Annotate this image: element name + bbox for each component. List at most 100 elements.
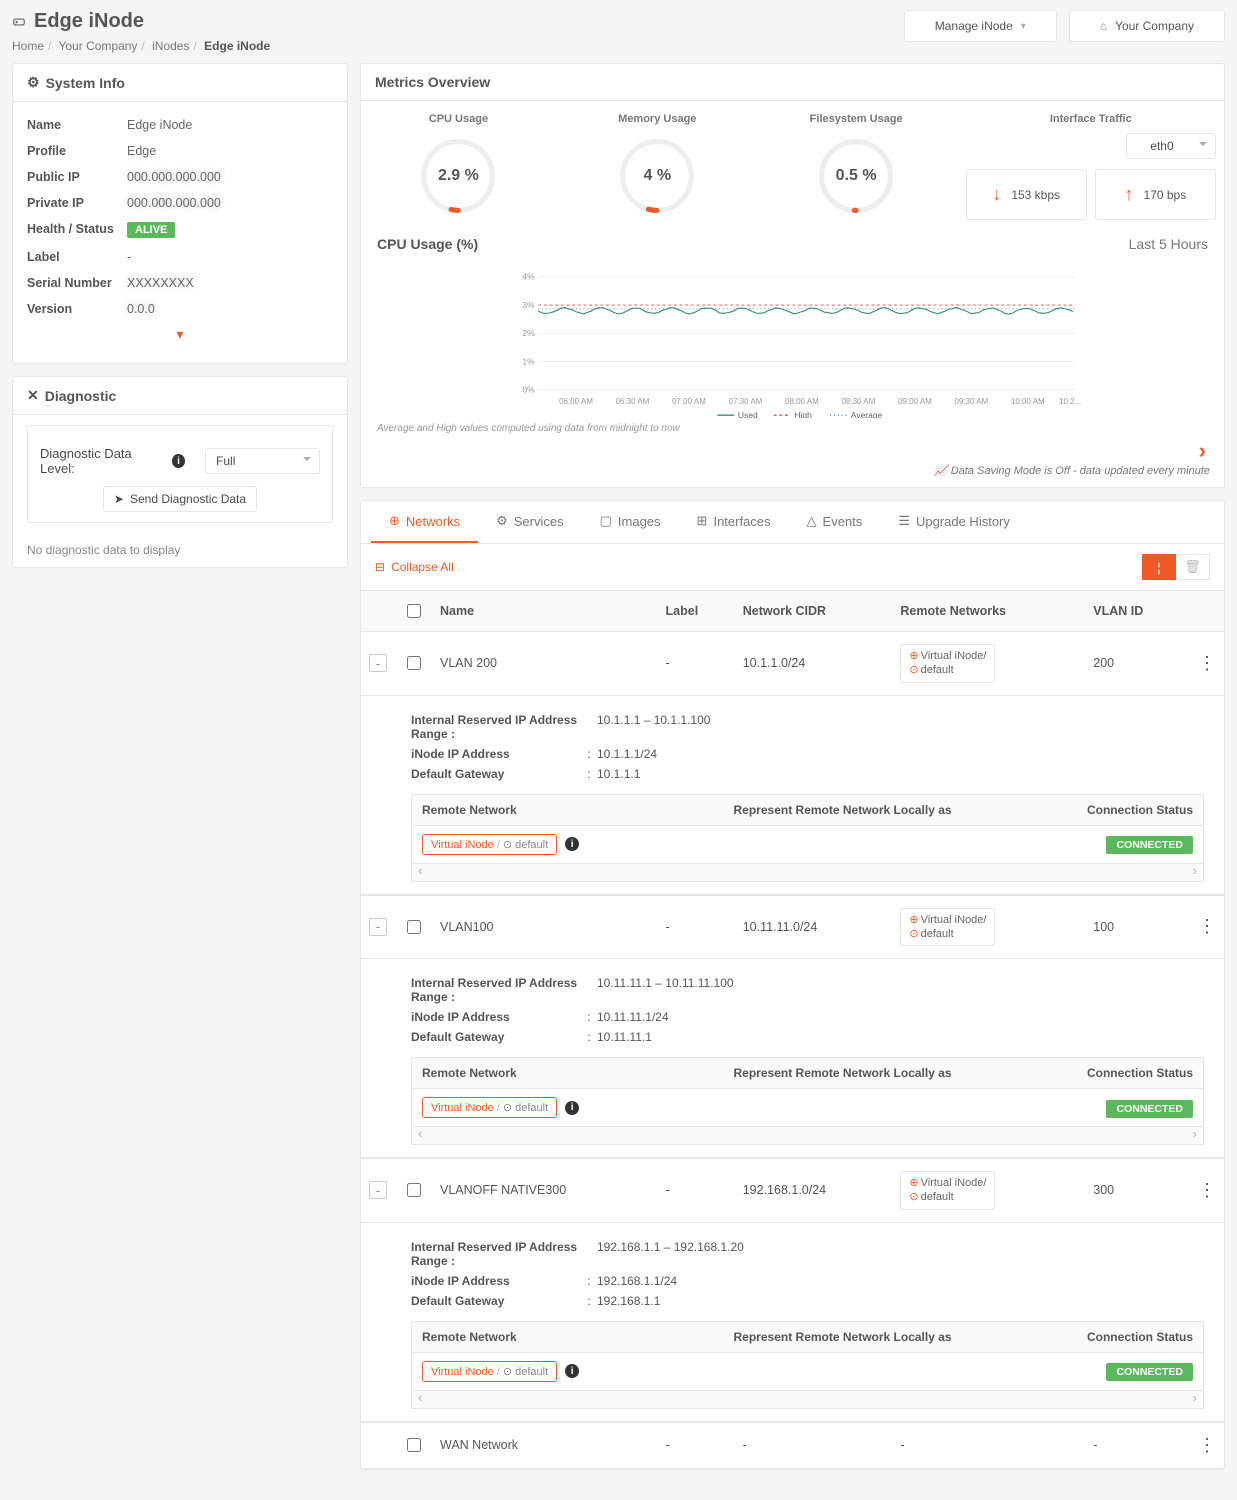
remote-tag: ⊕Virtual iNode/⊙default: [900, 1171, 995, 1210]
remote-tag: ⊕Virtual iNode/⊙default: [900, 908, 995, 947]
detail-tabs-panel: ⊕Networks ⚙Services ▢Images ⊞Interfaces …: [360, 500, 1225, 1470]
net-vlan: 300: [1085, 1159, 1190, 1223]
tabs: ⊕Networks ⚙Services ▢Images ⊞Interfaces …: [361, 501, 1224, 544]
sliders-icon: ⚙: [496, 513, 508, 529]
horizontal-scrollbar[interactable]: [411, 1391, 1204, 1409]
chart-next-button[interactable]: ›: [361, 438, 1224, 464]
chart-footnote: Average and High values computed using d…: [361, 423, 1224, 438]
tab-images[interactable]: ▢Images: [582, 501, 679, 543]
manage-inode-button[interactable]: Manage iNode ▾: [904, 10, 1057, 42]
delete-network-button[interactable]: 🗑: [1176, 554, 1210, 580]
public-ip-value: 000.000.000.000: [127, 170, 333, 184]
svg-text:08:30 AM: 08:30 AM: [841, 397, 875, 406]
net-vlan: -: [1085, 1422, 1190, 1468]
expand-row-button[interactable]: -: [369, 1181, 387, 1199]
interface-select[interactable]: eth0: [1126, 133, 1216, 159]
image-icon: ▢: [600, 513, 612, 529]
status-badge: ALIVE: [127, 222, 175, 238]
select-all-checkbox[interactable]: [407, 604, 421, 618]
horizontal-scrollbar[interactable]: [411, 1127, 1204, 1145]
svg-text:Average: Average: [851, 410, 883, 418]
expand-row-button[interactable]: -: [369, 918, 387, 936]
row-detail: Internal Reserved IP Address Range :192.…: [361, 1223, 1224, 1422]
home-icon: ⌂: [1100, 19, 1107, 33]
net-vlan: 200: [1085, 632, 1190, 696]
horizontal-scrollbar[interactable]: [411, 864, 1204, 882]
add-network-button[interactable]: ¦: [1142, 554, 1176, 580]
diag-level-label: Diagnostic Data Level:: [40, 446, 162, 476]
wrench-icon: ✕: [27, 387, 39, 404]
remote-pill: Virtual iNode/⊙ default: [422, 1361, 557, 1382]
traffic-down: ↓ 153 kbps: [966, 169, 1087, 220]
expand-sysinfo[interactable]: ▾: [27, 322, 333, 347]
traffic-up: ↑ 170 bps: [1095, 169, 1216, 220]
tab-interfaces[interactable]: ⊞Interfaces: [679, 501, 789, 543]
system-info-panel: ⚙ System Info NameEdge iNode ProfileEdge…: [12, 63, 348, 364]
info-icon[interactable]: i: [565, 837, 579, 851]
remote-tag: ⊕Virtual iNode/⊙default: [900, 644, 995, 683]
svg-text:06:00 AM: 06:00 AM: [559, 397, 593, 406]
breadcrumb-inodes[interactable]: iNodes: [152, 39, 189, 53]
chart-title: CPU Usage (%): [377, 236, 478, 252]
company-button[interactable]: ⌂ Your Company: [1069, 10, 1225, 42]
diagnostic-panel: ✕ Diagnostic Diagnostic Data Level: i Fu…: [12, 376, 348, 568]
chart-line-icon: 📈: [934, 465, 948, 477]
bell-icon: △: [807, 513, 817, 529]
remote-pill: Virtual iNode/⊙ default: [422, 834, 557, 855]
net-cidr: 10.11.11.0/24: [735, 895, 893, 959]
collapse-all-button[interactable]: ⊟ Collapse All: [375, 560, 454, 574]
info-icon[interactable]: i: [565, 1101, 579, 1115]
tab-networks[interactable]: ⊕Networks: [371, 501, 478, 543]
row-detail: Internal Reserved IP Address Range :10.1…: [361, 959, 1224, 1158]
svg-text:1%: 1%: [522, 356, 535, 366]
share-icon: ⊕: [389, 513, 400, 529]
table-row: -VLAN 200-10.1.1.0/24⊕Virtual iNode/⊙def…: [361, 632, 1224, 696]
info-icon[interactable]: i: [172, 454, 185, 468]
filesystem-gauge: 0.5 %: [813, 133, 899, 219]
serial-value: XXXXXXXX: [127, 276, 333, 290]
net-name: VLAN100: [432, 895, 658, 959]
arrow-up-icon: ↑: [1125, 184, 1134, 205]
row-actions-button[interactable]: ⋮: [1190, 1422, 1224, 1468]
svg-text:10:2...: 10:2...: [1059, 397, 1081, 406]
row-checkbox[interactable]: [407, 920, 421, 934]
tab-upgrade-history[interactable]: ☰Upgrade History: [880, 501, 1028, 543]
tab-services[interactable]: ⚙Services: [478, 501, 582, 543]
svg-text:09:30 AM: 09:30 AM: [954, 397, 988, 406]
row-actions-button[interactable]: ⋮: [1190, 632, 1224, 696]
plug-icon: ⊞: [697, 513, 708, 529]
svg-text:2%: 2%: [522, 328, 535, 338]
row-checkbox[interactable]: [407, 1183, 421, 1197]
net-cidr: 10.1.1.0/24: [735, 632, 893, 696]
breadcrumb-home[interactable]: Home: [12, 39, 44, 53]
diag-level-select[interactable]: Full: [205, 448, 320, 474]
remote-pill: Virtual iNode/⊙ default: [422, 1097, 557, 1118]
row-detail: Internal Reserved IP Address Range :10.1…: [361, 696, 1224, 895]
disk-icon: [12, 15, 26, 29]
row-actions-button[interactable]: ⋮: [1190, 1159, 1224, 1223]
connection-status-badge: CONNECTED: [1106, 836, 1193, 854]
chart-range: Last 5 Hours: [1129, 236, 1208, 252]
row-actions-button[interactable]: ⋮: [1190, 895, 1224, 959]
info-icon[interactable]: i: [565, 1364, 579, 1378]
svg-text:4%: 4%: [522, 272, 535, 282]
svg-text:07:00 AM: 07:00 AM: [672, 397, 706, 406]
send-diagnostic-button[interactable]: ➤ Send Diagnostic Data: [103, 486, 257, 512]
diag-empty-message: No diagnostic data to display: [13, 539, 347, 567]
page-title: Edge iNode: [12, 10, 270, 33]
row-checkbox[interactable]: [407, 1438, 421, 1452]
net-name: VLAN 200: [432, 632, 658, 696]
tab-events[interactable]: △Events: [789, 501, 881, 543]
breadcrumb-company[interactable]: Your Company: [58, 39, 137, 53]
table-row: -VLAN100-10.11.11.0/24⊕Virtual iNode/⊙de…: [361, 895, 1224, 959]
data-saving-note: 📈 Data Saving Mode is Off - data updated…: [361, 464, 1224, 487]
gear-icon: ⚙: [27, 74, 40, 91]
collapse-icon: ⊟: [375, 560, 385, 574]
net-name: WAN Network: [432, 1422, 658, 1468]
svg-text:High: High: [794, 410, 812, 418]
svg-text:3%: 3%: [522, 300, 535, 310]
expand-row-button[interactable]: -: [369, 654, 387, 672]
cpu-chart: 4%3%2%1%0% 06:00 AM06:30 AM07:00 AM 07:3…: [377, 258, 1208, 418]
arrow-down-icon: ↓: [992, 184, 1001, 205]
row-checkbox[interactable]: [407, 656, 421, 670]
